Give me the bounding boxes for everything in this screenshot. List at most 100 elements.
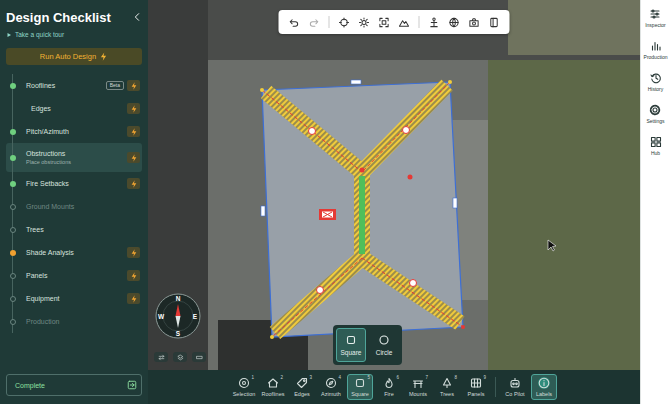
mountain-button[interactable]	[399, 17, 410, 28]
rail-label: Inspector	[645, 22, 666, 28]
step-subtitle: Place obstructions	[26, 159, 127, 165]
auto-step-button[interactable]	[127, 80, 140, 91]
toolbar-separator	[329, 16, 330, 28]
mountain-icon	[399, 17, 410, 28]
step-marker	[6, 287, 20, 310]
map-control-button[interactable]	[154, 352, 168, 362]
checklist-step[interactable]: Shade Analysis	[6, 241, 142, 264]
status-dot	[10, 204, 16, 210]
step-label: Ground Mounts	[26, 203, 140, 210]
camera-icon	[469, 17, 480, 28]
camera-button[interactable]	[469, 17, 480, 28]
status-dot	[10, 181, 16, 187]
auto-step-button[interactable]	[127, 247, 140, 258]
tool-button[interactable]: Edges3	[289, 374, 315, 400]
step-text: Fire Setbacks	[20, 172, 127, 195]
view-toolbar	[279, 10, 510, 34]
shortcut-key: 9	[483, 375, 486, 380]
step-actions	[127, 97, 142, 120]
step-actions	[140, 218, 142, 241]
person-icon	[429, 17, 440, 28]
shortcut-key: 4	[338, 375, 341, 380]
shape-picker: SquareCircle	[333, 325, 402, 365]
shape-option[interactable]: Circle	[369, 328, 399, 362]
checklist-step[interactable]: Fire Setbacks	[6, 172, 142, 195]
status-dot	[10, 227, 16, 233]
globe-button[interactable]	[449, 17, 460, 28]
rail-item[interactable]: Hub	[650, 136, 662, 156]
rail-item[interactable]: Inspector	[645, 8, 666, 28]
shape-option[interactable]: Square	[336, 328, 366, 362]
tour-link[interactable]: Take a quick tour	[6, 31, 142, 38]
tool-button[interactable]: Mounts7	[405, 374, 431, 400]
gear-icon	[649, 104, 661, 116]
checklist-step[interactable]: Production	[6, 310, 142, 333]
undo-icon	[289, 17, 300, 28]
book-button[interactable]	[489, 17, 500, 28]
sidebar-title: Design Checklist	[6, 10, 111, 25]
checklist-step[interactable]: Equipment	[6, 287, 142, 310]
tool-button[interactable]: Square5	[347, 374, 373, 400]
tool-button[interactable]: Azimuth4	[318, 374, 344, 400]
sun-button[interactable]	[359, 17, 370, 28]
tool-button[interactable]: Fire6	[376, 374, 402, 400]
collapse-button[interactable]	[132, 8, 142, 26]
swap-icon	[158, 354, 165, 361]
map-controls	[154, 352, 206, 362]
checklist-step[interactable]: Pitch/Azimuth	[6, 120, 142, 143]
bolt-icon	[130, 154, 138, 162]
complete-button[interactable]: Complete	[6, 374, 142, 396]
person-button[interactable]	[429, 17, 440, 28]
step-marker	[6, 195, 20, 218]
rail-item[interactable]: Settings	[646, 104, 664, 124]
map-control-button[interactable]	[192, 352, 206, 362]
roof-drawing[interactable]	[148, 0, 640, 370]
auto-step-button[interactable]	[127, 103, 140, 114]
toolbar-separator	[419, 16, 420, 28]
focus-button[interactable]	[379, 17, 390, 28]
rail-item[interactable]: History	[648, 72, 664, 92]
undo-button[interactable]	[289, 17, 300, 28]
step-label: Rooflines	[26, 82, 106, 89]
auto-step-button[interactable]	[127, 152, 140, 163]
shortcut-key: 2	[280, 375, 283, 380]
auto-step-button[interactable]	[127, 293, 140, 304]
auto-step-button[interactable]	[127, 270, 140, 281]
exit-icon	[127, 380, 137, 390]
step-actions	[127, 143, 142, 172]
mounts-icon	[412, 377, 424, 389]
checklist: RooflinesBetaEdges Pitch/Azimuth Obstructi…	[6, 74, 142, 333]
checklist-step[interactable]: ObstructionsPlace obstructions	[6, 143, 142, 172]
checklist-step[interactable]: RooflinesBeta	[6, 74, 142, 97]
tool-button[interactable]: Rooflines2	[260, 374, 286, 400]
compass[interactable]: NESW	[154, 292, 202, 344]
run-auto-design-button[interactable]: Run Auto Design	[6, 48, 142, 65]
checklist-step[interactable]: Trees	[6, 218, 142, 241]
spacer	[6, 333, 142, 374]
step-marker	[6, 310, 20, 333]
redo-button[interactable]	[309, 17, 320, 28]
checklist-step[interactable]: Edges	[6, 97, 142, 120]
bolt-icon	[130, 180, 138, 188]
map-canvas[interactable]: NESW SquareCircle	[148, 0, 640, 370]
book-icon	[489, 17, 500, 28]
bolt-icon	[130, 272, 138, 280]
checklist-step[interactable]: Panels	[6, 264, 142, 287]
auto-step-button[interactable]	[127, 126, 140, 137]
map-control-button[interactable]	[173, 352, 187, 362]
tool-button[interactable]: Selection1	[231, 374, 257, 400]
tool-button[interactable]: Panels9	[463, 374, 489, 400]
auto-step-button[interactable]	[127, 178, 140, 189]
checklist-step[interactable]: Ground Mounts	[6, 195, 142, 218]
status-dot	[10, 250, 16, 256]
edge-icon	[296, 377, 308, 389]
rail-item[interactable]: Production	[644, 40, 668, 60]
tool-button[interactable]: Co Pilot	[502, 374, 528, 400]
step-label: Panels	[26, 272, 127, 279]
step-label: Production	[26, 318, 140, 325]
crosshair-button[interactable]	[339, 17, 350, 28]
rail-label: Settings	[646, 118, 664, 124]
tool-button[interactable]: Trees8	[434, 374, 460, 400]
step-label: Pitch/Azimuth	[26, 128, 127, 135]
tool-button[interactable]: Labels	[531, 374, 557, 400]
